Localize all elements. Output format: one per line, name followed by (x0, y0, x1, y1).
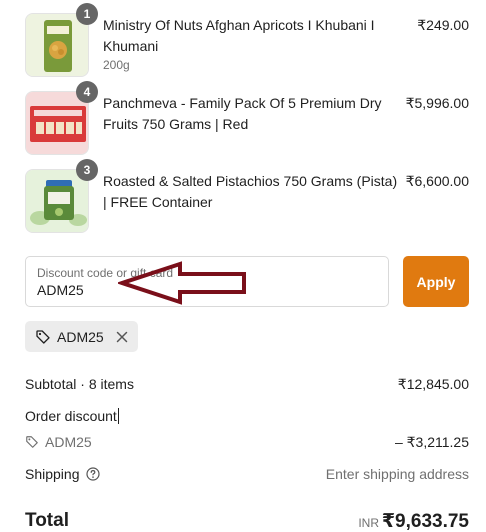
annotation-arrow-icon (118, 261, 246, 305)
product-name: Ministry Of Nuts Afghan Apricots I Khuba… (103, 17, 375, 54)
product-price: ₹6,600.00 (405, 173, 469, 189)
applied-discount-code: ADM25 (57, 328, 104, 345)
apply-button[interactable]: Apply (403, 256, 469, 307)
order-discount-row: Order discount (25, 408, 469, 424)
subtotal-label: Subtotal · 8 items (25, 376, 134, 392)
text-cursor (117, 408, 119, 424)
shipping-value: Enter shipping address (325, 466, 469, 482)
product-price: ₹5,996.00 (405, 95, 469, 111)
order-discount-label: Order discount (25, 408, 117, 424)
help-icon[interactable] (85, 467, 100, 481)
tag-icon (26, 436, 38, 448)
quantity-badge: 4 (76, 81, 98, 103)
product-variant: 200g (103, 58, 130, 72)
subtotal-value: ₹12,845.00 (397, 376, 469, 392)
product-price: ₹249.00 (417, 17, 469, 33)
product-name: Panchmeva - Family Pack Of 5 Premium Dry… (103, 95, 382, 132)
quantity-badge: 3 (76, 159, 98, 181)
quantity-badge: 1 (76, 3, 98, 25)
cart-item: 3 Roasted & Salted Pistachios 750 Grams … (25, 159, 469, 233)
applied-discount-tag: ADM25 (25, 321, 138, 352)
total-label: Total (25, 510, 69, 531)
cart-item: 1 Ministry Of Nuts Afghan Apricots I Khu… (25, 3, 469, 77)
subtotal-row: Subtotal · 8 items ₹12,845.00 (25, 376, 469, 392)
close-icon (116, 331, 127, 342)
discount-amount: – ₹3,211.25 (394, 434, 469, 450)
total-value: ₹9,633.75 (381, 511, 469, 532)
remove-discount-button[interactable] (116, 331, 128, 343)
tag-icon (36, 329, 50, 344)
total-currency: INR (358, 516, 379, 530)
summary-discount-code: ADM25 (45, 434, 92, 450)
product-name: Roasted & Salted Pistachios 750 Grams (P… (103, 173, 398, 210)
cart-item: 4 Panchmeva - Family Pack Of 5 Premium D… (25, 81, 469, 155)
discount-code-row: ADM25 – ₹3,211.25 (25, 434, 469, 450)
shipping-label: Shipping (25, 466, 80, 482)
shipping-row: Shipping Enter shipping address (25, 466, 469, 482)
